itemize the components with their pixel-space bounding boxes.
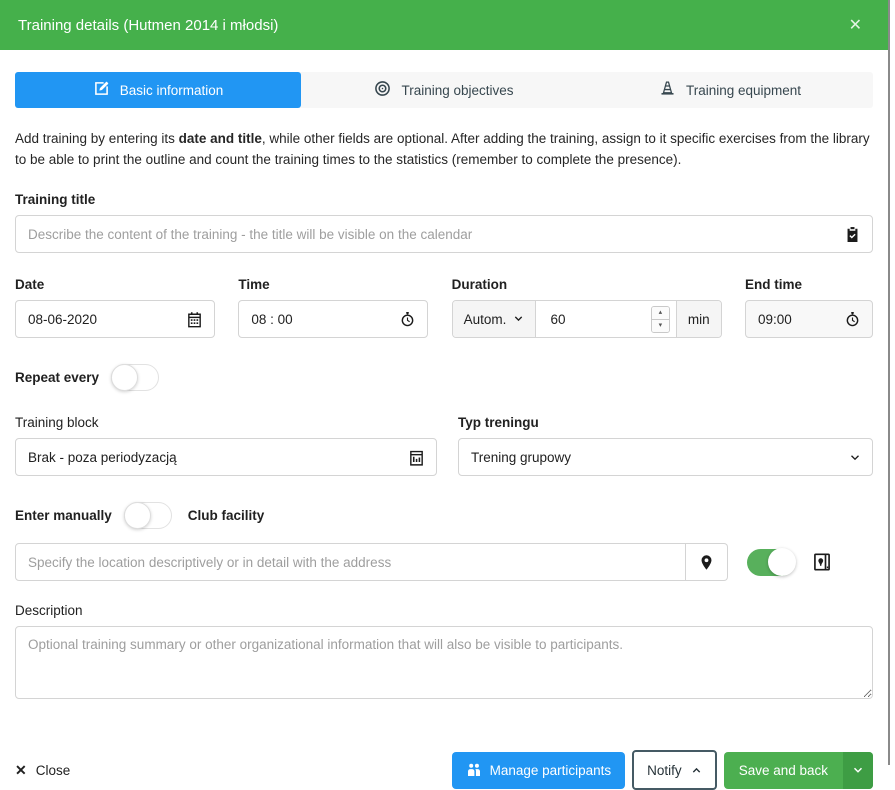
modal-title: Training details (Hutmen 2014 i młodsi)	[18, 17, 278, 34]
toggle-knob	[111, 364, 138, 391]
time-field	[238, 300, 428, 338]
end-time-label: End time	[745, 277, 873, 292]
save-and-back-main[interactable]: Save and back	[724, 752, 843, 789]
tab-label: Basic information	[120, 83, 224, 98]
datetime-row: Date Time Duration Autom.	[15, 277, 873, 338]
location-row	[15, 543, 873, 581]
duration-value-wrap: ▴ ▾	[536, 301, 675, 337]
duration-mode-select[interactable]: Autom.	[453, 301, 537, 337]
training-block-field[interactable]: Brak - poza periodyzacją	[15, 438, 437, 476]
notify-button[interactable]: Notify	[632, 750, 717, 790]
repeat-label: Repeat every	[15, 370, 99, 385]
chevron-down-icon	[513, 312, 524, 327]
date-label: Date	[15, 277, 215, 292]
chevron-down-icon	[849, 449, 861, 466]
location-input[interactable]	[16, 555, 685, 570]
club-facility-label: Club facility	[188, 508, 265, 523]
training-type-label: Typ treningu	[458, 415, 873, 430]
target-icon	[374, 80, 391, 100]
map-pin-icon[interactable]	[686, 543, 728, 581]
chevron-up-icon	[691, 765, 702, 776]
clipboard-check-icon[interactable]	[844, 226, 861, 243]
people-icon	[466, 762, 482, 778]
close-button[interactable]: ✕ Close	[15, 762, 70, 779]
tab-basic-information[interactable]: Basic information	[15, 72, 301, 108]
facility-map-icon[interactable]	[812, 552, 832, 572]
tab-label: Training equipment	[686, 83, 801, 98]
location-mode-row: Enter manually Club facility	[15, 502, 873, 529]
duration-unit: min	[676, 301, 721, 337]
toggle-knob	[768, 548, 796, 576]
training-block-label: Training block	[15, 415, 437, 430]
date-input[interactable]	[16, 312, 186, 327]
duration-label: Duration	[452, 277, 722, 292]
tab-label: Training objectives	[401, 83, 513, 98]
description-label: Description	[15, 603, 873, 618]
training-title-label: Training title	[15, 192, 873, 207]
close-x-icon: ✕	[15, 762, 27, 779]
repeat-toggle[interactable]	[111, 364, 159, 391]
manage-participants-button[interactable]: Manage participants	[452, 752, 626, 789]
chevron-down-icon	[852, 764, 864, 776]
tab-bar: Basic information Training objectives Tr…	[15, 72, 873, 108]
scrollbar[interactable]	[888, 0, 895, 765]
footer: ✕ Close Manage participants Notify Save …	[15, 750, 873, 790]
training-title-input[interactable]	[16, 227, 844, 242]
clock-icon[interactable]	[399, 311, 416, 328]
stepper-up-icon[interactable]: ▴	[652, 307, 669, 320]
save-and-back-button: Save and back	[724, 752, 873, 789]
training-block-value: Brak - poza periodyzacją	[16, 450, 408, 465]
save-options-caret[interactable]	[843, 752, 873, 789]
duration-stepper: ▴ ▾	[651, 306, 670, 333]
tab-training-equipment[interactable]: Training equipment	[587, 72, 873, 108]
blocks-row: Training block Brak - poza periodyzacją …	[15, 415, 873, 476]
training-title-field	[15, 215, 873, 253]
scrollbar-track[interactable]	[888, 0, 890, 765]
time-input[interactable]	[239, 312, 399, 327]
tab-training-objectives[interactable]: Training objectives	[301, 72, 587, 108]
intro-text: Add training by entering its date and ti…	[15, 128, 873, 170]
edit-icon	[93, 80, 110, 100]
close-icon[interactable]: ✕	[849, 15, 862, 35]
calendar-icon[interactable]	[186, 311, 203, 328]
enter-manually-label: Enter manually	[15, 508, 112, 523]
time-label: Time	[238, 277, 428, 292]
duration-field: Autom. ▴ ▾ min	[452, 300, 722, 338]
clock-icon	[844, 311, 861, 328]
date-field	[15, 300, 215, 338]
duration-input[interactable]	[548, 311, 650, 328]
periodization-calendar-icon[interactable]	[408, 449, 425, 466]
end-time-input[interactable]	[746, 312, 844, 327]
end-time-field	[745, 300, 873, 338]
repeat-row: Repeat every	[15, 364, 873, 391]
location-field	[15, 543, 728, 581]
cone-icon	[659, 80, 676, 100]
club-facility-toggle[interactable]	[747, 549, 795, 576]
enter-manually-toggle[interactable]	[124, 502, 172, 529]
training-type-select[interactable]: Trening grupowy	[458, 438, 873, 476]
description-textarea[interactable]	[15, 626, 873, 699]
stepper-down-icon[interactable]: ▾	[652, 320, 669, 332]
toggle-knob	[124, 502, 151, 529]
training-type-value: Trening grupowy	[459, 450, 849, 465]
modal-header: Training details (Hutmen 2014 i młodsi) …	[0, 0, 888, 50]
